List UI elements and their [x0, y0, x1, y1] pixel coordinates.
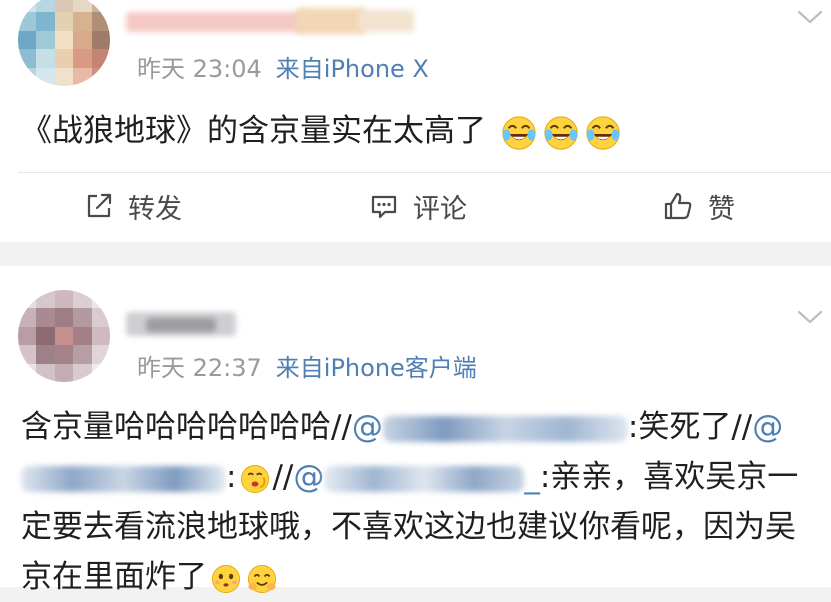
face-emoji: [241, 464, 270, 493]
post-text-4: //: [272, 459, 294, 495]
like-button[interactable]: 赞: [662, 180, 735, 232]
avatar[interactable]: [18, 0, 110, 86]
chevron-down-icon[interactable]: [797, 308, 823, 326]
action-divider: [18, 172, 831, 173]
mention-link[interactable]: @ _: [293, 459, 540, 495]
post-text: 《战狼地球》的含京量实在太高了: [21, 113, 486, 149]
comment-bubble-icon: [371, 195, 397, 219]
username-redacted[interactable]: [126, 4, 416, 34]
repost-label: 转发: [128, 193, 182, 225]
repost-button[interactable]: 转发: [84, 180, 182, 232]
crying-laughing-emoji: [544, 115, 578, 150]
username-redacted[interactable]: [126, 306, 236, 338]
thumbs-up-icon: [664, 192, 692, 220]
mention-at: @: [293, 459, 325, 495]
post-time: 昨天 23:04: [137, 55, 262, 83]
weibo-post: 昨天 22:37 来自iPhone客户端 含京量哈哈哈哈哈哈哈//@:笑死了//@…: [0, 266, 831, 595]
share-box-icon: [87, 193, 112, 218]
post-text-3: :: [226, 459, 237, 495]
post-text-2: :笑死了//: [627, 409, 753, 445]
face-emoji: [247, 564, 277, 593]
post-content: 《战狼地球》的含京量实在太高了: [21, 106, 622, 156]
avatar-mosaic: [18, 0, 110, 86]
redacted-username: [324, 465, 525, 492]
mention-at: @: [351, 409, 383, 445]
redacted-username: [382, 415, 628, 442]
post-meta: 昨天 23:04 来自iPhone X: [137, 49, 429, 84]
post-time: 昨天 22:37: [137, 354, 262, 382]
post-content: 含京量哈哈哈哈哈哈哈//@:笑死了//@: //@ _:亲亲，喜欢吴京一定要去看流…: [21, 402, 826, 602]
face-emoji: [211, 564, 241, 593]
post-source[interactable]: 来自iPhone X: [276, 55, 429, 83]
post-meta: 昨天 22:37 来自iPhone客户端: [137, 348, 477, 383]
crying-laughing-emoji: [502, 115, 536, 150]
avatar-mosaic: [18, 290, 110, 382]
post-text-1: 含京量哈哈哈哈哈哈哈//: [21, 409, 352, 445]
weibo-post: 昨天 23:04 来自iPhone X 《战狼地球》的含京量实在太高了 转发 评…: [0, 0, 831, 242]
redacted-username: [21, 465, 226, 492]
like-label: 赞: [708, 193, 735, 225]
post-actions: 转发 评论 赞: [0, 180, 831, 232]
mention-at: @: [752, 409, 784, 445]
comment-button[interactable]: 评论: [369, 180, 467, 232]
mention-tail: _: [524, 459, 540, 495]
avatar[interactable]: [18, 290, 110, 382]
post-source[interactable]: 来自iPhone客户端: [276, 354, 477, 382]
chevron-down-icon[interactable]: [797, 8, 823, 26]
mention-link[interactable]: @: [352, 409, 628, 445]
crying-laughing-emoji: [586, 115, 620, 150]
comment-label: 评论: [413, 193, 467, 225]
